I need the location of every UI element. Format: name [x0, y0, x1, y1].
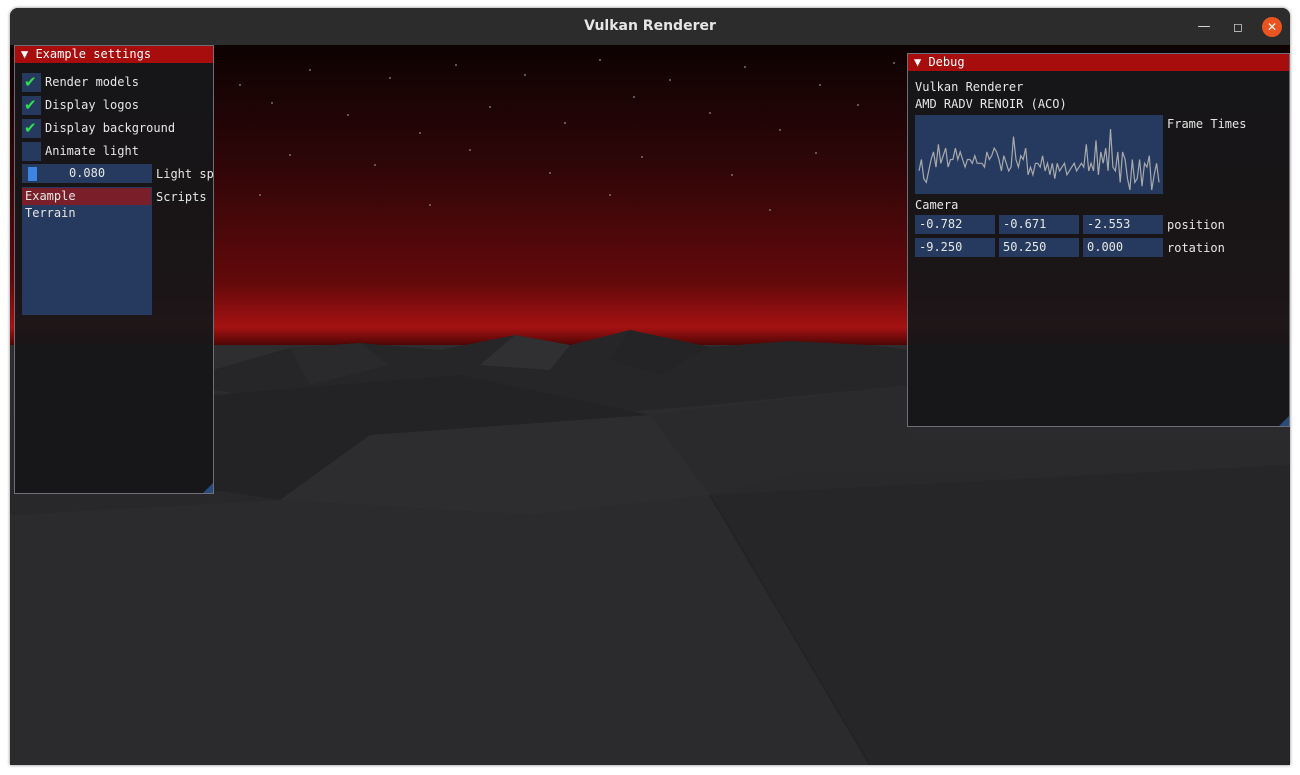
debug-panel[interactable]: ▼ Debug Vulkan Renderer AMD RADV RENOIR …	[907, 53, 1290, 427]
close-icon[interactable]: ✕	[1262, 17, 1282, 37]
resize-grip[interactable]	[1279, 416, 1289, 426]
minimize-icon[interactable]: —	[1194, 17, 1214, 37]
frame-times-graph[interactable]	[915, 115, 1163, 194]
display-background-label: Display background	[45, 121, 176, 135]
rotation-x-field[interactable]: -9.250	[915, 238, 995, 257]
light-speed-label: Light sp	[156, 167, 214, 181]
settings-panel-header[interactable]: ▼ Example settings	[15, 46, 213, 63]
app-window: Vulkan Renderer — ◻ ✕ ▼ Example settings…	[10, 8, 1290, 765]
resize-grip[interactable]	[203, 483, 213, 493]
frame-times-line	[918, 128, 1160, 191]
rotation-label: rotation	[1167, 241, 1225, 255]
display-logos-checkbox[interactable]: ✔	[22, 96, 41, 115]
check-icon: ✔	[24, 73, 37, 91]
position-x-field[interactable]: -0.782	[915, 215, 995, 234]
display-logos-label: Display logos	[45, 98, 139, 112]
position-label: position	[1167, 218, 1225, 232]
animate-light-label: Animate light	[45, 144, 139, 158]
debug-panel-header[interactable]: ▼ Debug	[908, 54, 1289, 71]
display-background-checkbox[interactable]: ✔	[22, 119, 41, 138]
scripts-listbox[interactable]: Example Terrain	[22, 187, 152, 315]
script-item-terrain[interactable]: Terrain	[22, 205, 151, 222]
animate-light-checkbox[interactable]	[22, 142, 41, 161]
app-name-text: Vulkan Renderer	[915, 80, 1024, 94]
light-speed-value: 0.080	[68, 166, 106, 180]
check-icon: ✔	[24, 96, 37, 114]
render-models-label: Render models	[45, 75, 139, 89]
scripts-label: Scripts	[156, 190, 207, 204]
window-title: Vulkan Renderer	[584, 18, 716, 34]
light-speed-slider[interactable]: 0.080	[22, 164, 152, 183]
render-models-checkbox[interactable]: ✔	[22, 73, 41, 92]
frame-times-plot	[918, 128, 1160, 191]
rotation-z-field[interactable]: 0.000	[1083, 238, 1163, 257]
maximize-icon[interactable]: ◻	[1228, 17, 1248, 37]
script-item-example[interactable]: Example	[22, 188, 151, 205]
check-icon: ✔	[24, 119, 37, 137]
position-z-field[interactable]: -2.553	[1083, 215, 1163, 234]
example-settings-panel[interactable]: ▼ Example settings ✔ Render models ✔ Dis…	[14, 45, 214, 494]
rotation-y-field[interactable]: 50.250	[999, 238, 1079, 257]
gpu-name-text: AMD RADV RENOIR (ACO)	[915, 97, 1067, 111]
camera-label: Camera	[915, 198, 959, 212]
title-bar[interactable]: Vulkan Renderer — ◻ ✕	[10, 8, 1290, 46]
frame-times-label: Frame Times	[1167, 117, 1247, 131]
position-y-field[interactable]: -0.671	[999, 215, 1079, 234]
